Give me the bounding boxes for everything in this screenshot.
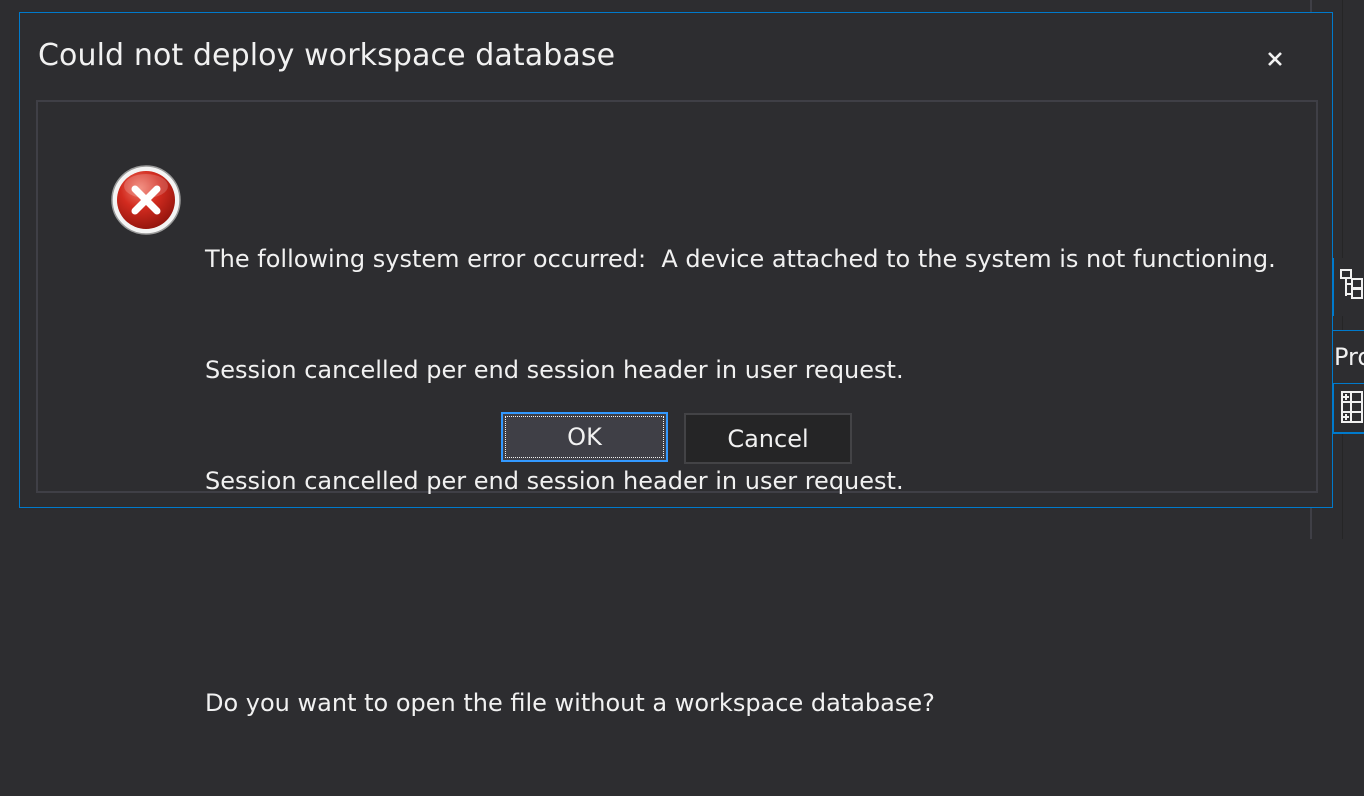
message-line: Session cancelled per end session header… xyxy=(205,356,904,384)
dialog-title: Could not deploy workspace database xyxy=(38,38,616,73)
side-tab-solution-explorer[interactable] xyxy=(1332,258,1364,316)
error-message: The following system error occurred: A d… xyxy=(205,167,1276,796)
ok-button[interactable]: OK xyxy=(501,412,668,462)
side-tab-label: Pro xyxy=(1334,343,1364,371)
message-question: Do you want to open the file without a w… xyxy=(205,689,935,717)
ok-button-label: OK xyxy=(567,423,602,451)
cancel-button-label: Cancel xyxy=(727,424,809,453)
side-tab-properties[interactable]: Pro xyxy=(1333,330,1364,384)
close-button[interactable] xyxy=(1253,39,1297,79)
close-icon xyxy=(1268,52,1282,66)
message-line: Session cancelled per end session header… xyxy=(205,467,904,495)
message-line: The following system error occurred: A d… xyxy=(205,245,1276,273)
error-dialog: Could not deploy workspace database The … xyxy=(19,12,1333,717)
grid-icon xyxy=(1341,391,1363,423)
tree-icon xyxy=(1340,269,1363,299)
error-icon xyxy=(111,165,181,235)
side-tab-grid[interactable] xyxy=(1332,384,1364,434)
dialog-content-panel: The following system error occurred: A d… xyxy=(36,100,1318,717)
cancel-button[interactable]: Cancel xyxy=(684,413,852,464)
message-line xyxy=(205,574,1276,611)
